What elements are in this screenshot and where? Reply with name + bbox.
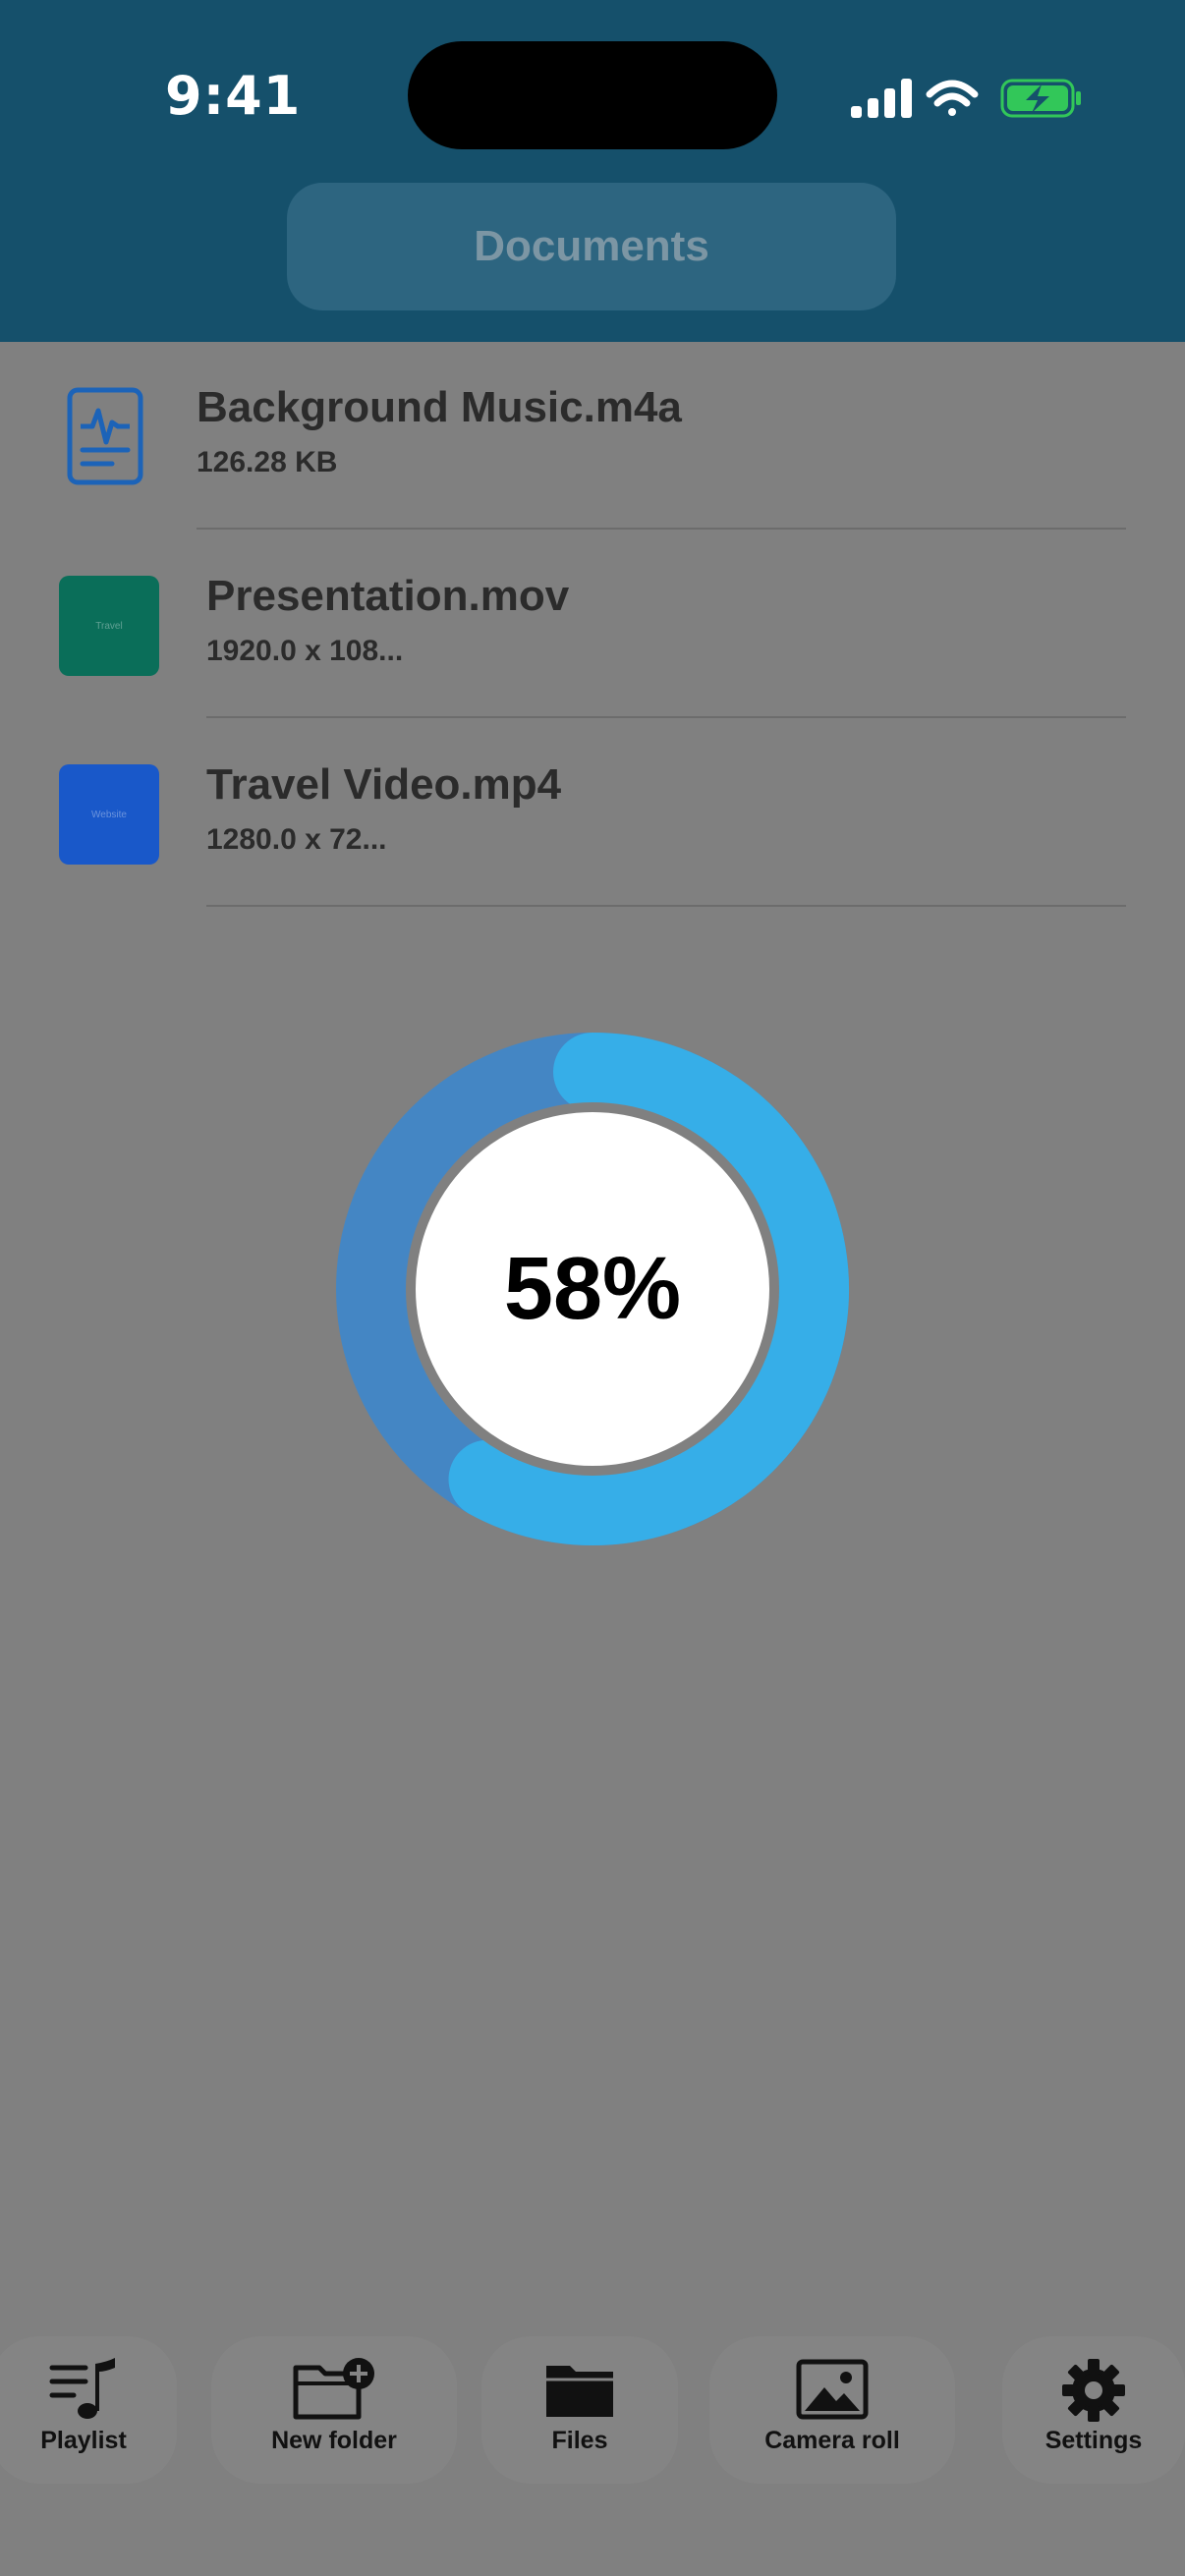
tab-label: Playlist <box>40 2427 127 2454</box>
tab-label: Files <box>551 2427 608 2454</box>
file-name: Background Music.m4a <box>197 383 682 431</box>
bottom-tab-bar: Playlist New folder Files Camera roll Se… <box>0 2336 1185 2493</box>
playlist-icon <box>49 2358 115 2419</box>
tab-new-folder[interactable]: New folder <box>211 2336 457 2484</box>
progress-percent: 58% <box>503 1239 682 1338</box>
file-name: Travel Video.mp4 <box>206 760 562 809</box>
tab-label: New folder <box>271 2427 397 2454</box>
file-row[interactable]: Background Music.m4a 126.28 KB <box>0 342 1185 531</box>
audio-file-icon <box>67 387 143 485</box>
page-title: Documents <box>474 222 709 270</box>
title-pill[interactable]: Documents <box>287 183 896 310</box>
file-name: Presentation.mov <box>206 572 570 620</box>
row-divider <box>206 716 1126 718</box>
file-row[interactable]: Travel Presentation.mov 1920.0 x 108... <box>0 531 1185 719</box>
video-thumbnail: Travel <box>59 576 159 676</box>
status-icons <box>851 79 1081 118</box>
thumbnail-text: Travel <box>95 620 123 632</box>
thumbnail-text: Website <box>91 809 127 820</box>
top-header: 9:41 Documents <box>0 0 1185 342</box>
folder-icon <box>546 2366 613 2417</box>
file-meta: 1280.0 x 72... <box>206 823 387 856</box>
file-row[interactable]: Website Travel Video.mp4 1280.0 x 72... <box>0 719 1185 908</box>
row-divider <box>197 528 1126 530</box>
tab-label: Camera roll <box>764 2427 900 2454</box>
row-divider <box>206 905 1126 907</box>
video-thumbnail: Website <box>59 764 159 865</box>
tab-settings[interactable]: Settings <box>1002 2336 1185 2484</box>
file-meta: 126.28 KB <box>197 446 338 478</box>
wifi-icon <box>926 80 979 116</box>
battery-charging-icon <box>1000 79 1081 118</box>
tab-files[interactable]: Files <box>481 2336 678 2484</box>
new-folder-icon <box>293 2358 374 2420</box>
gear-icon <box>1062 2359 1125 2422</box>
dynamic-island <box>408 41 777 149</box>
photo-icon <box>796 2359 869 2420</box>
tab-label: Settings <box>1044 2427 1143 2454</box>
status-time: 9:41 <box>165 65 302 127</box>
file-meta: 1920.0 x 108... <box>206 635 404 667</box>
tab-playlist[interactable]: Playlist <box>0 2336 177 2484</box>
tab-camera-roll[interactable]: Camera roll <box>709 2336 955 2484</box>
cellular-signal-icon <box>851 79 912 118</box>
